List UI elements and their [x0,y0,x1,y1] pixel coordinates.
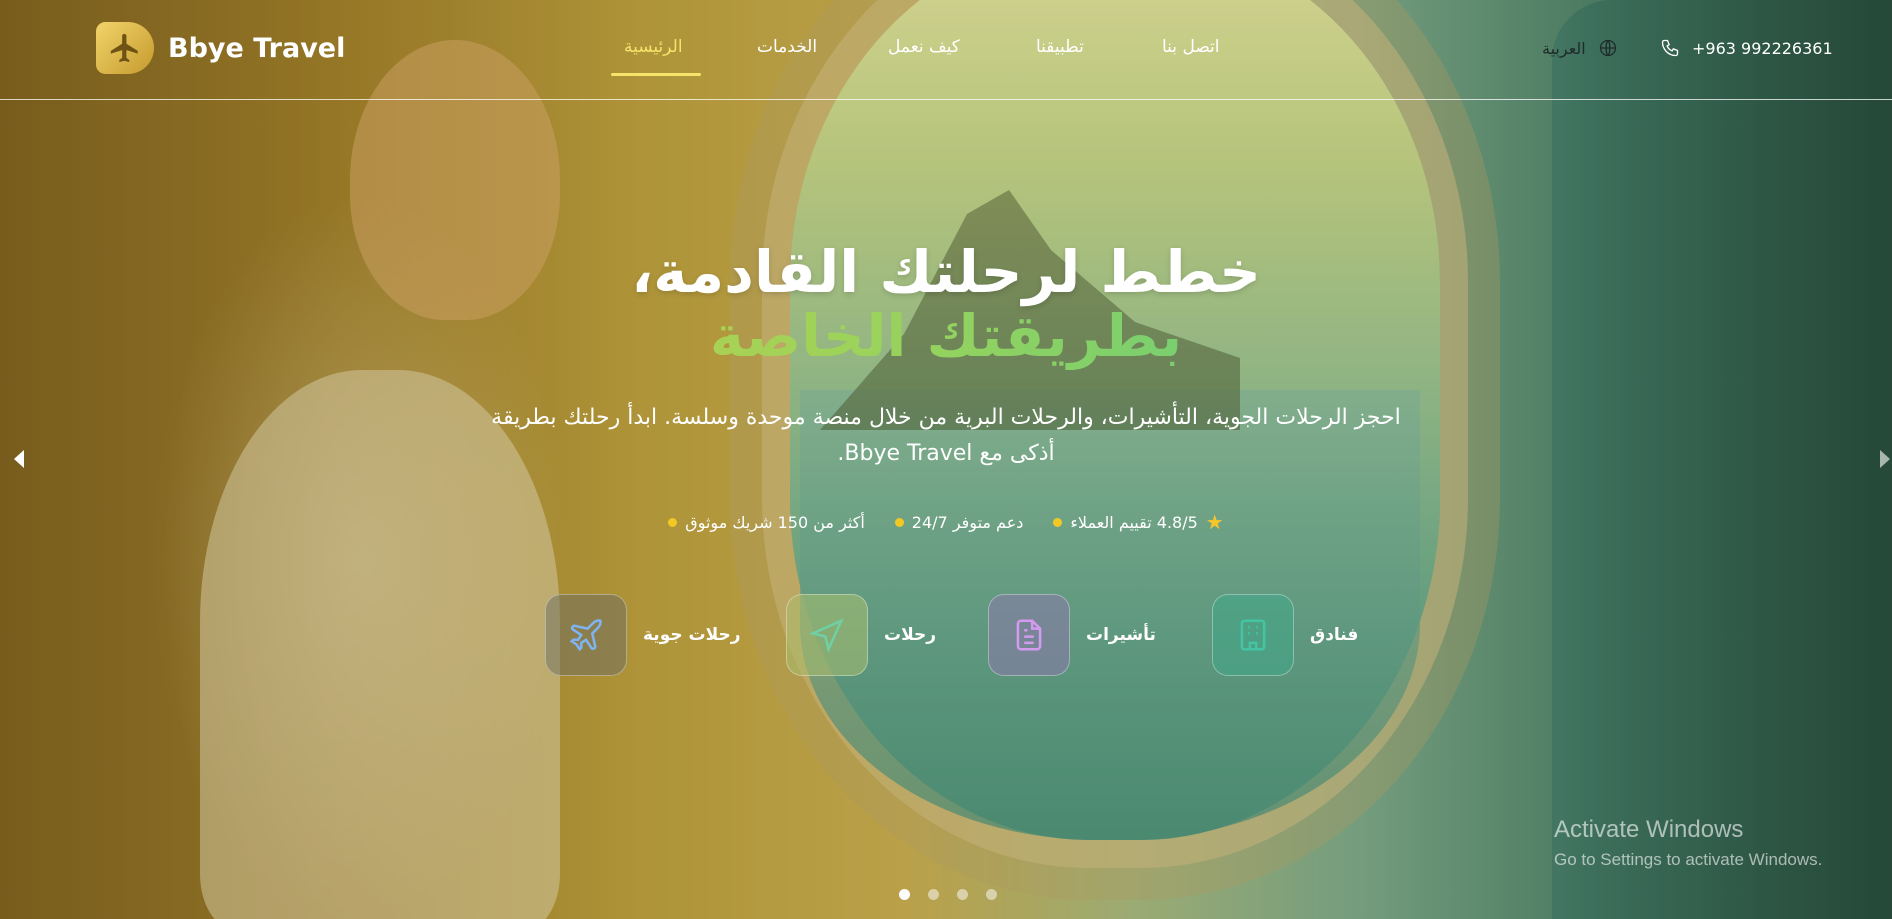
stat-rating-text: 4.8/5 تقييم العملاء [1070,512,1198,532]
stat-partners: أكثر من 150 شريك موثوق [668,512,865,532]
nav-item-services[interactable]: الخدمات [757,37,817,57]
document-icon [988,594,1070,676]
service-visas[interactable]: تأشيرات [988,594,1156,676]
carousel-next-button[interactable] [1880,450,1890,468]
service-label: رحلات [884,625,937,645]
phone-icon [1661,39,1679,57]
service-label: رحلات جوية [643,625,741,645]
stat-bullet-icon [1053,517,1063,527]
nav-item-home[interactable]: الرئيسية [624,37,683,57]
site-header: Bbye Travel الرئيسية الخدمات كيف نعمل تط… [0,0,1892,100]
nav-item-contact[interactable]: اتصل بنا [1162,37,1220,57]
watermark-subtitle: Go to Settings to activate Windows. [1554,850,1823,869]
nav-item-our-app[interactable]: تطبيقنا [1036,37,1084,57]
hero-stats: ★ 4.8/5 تقييم العملاء دعم متوفر 24/7 أكث… [0,512,1892,532]
service-label: فنادق [1310,625,1359,645]
service-shortcuts: فنادق تأشيرات رحلات رحلات جوية [0,594,1892,676]
service-flights[interactable]: رحلات جوية [545,594,741,676]
phone-contact[interactable]: +963 992226361 [1660,38,1833,58]
stat-support: دعم متوفر 24/7 [894,512,1024,532]
carousel-dot[interactable] [957,889,968,900]
globe-icon [1599,39,1616,57]
carousel-pagination [899,889,997,900]
airplane-icon [545,594,627,676]
nav-item-how-we-work[interactable]: كيف نعمل [888,37,960,57]
logo[interactable]: Bbye Travel [96,22,345,74]
navigation-icon [786,594,868,676]
stat-bullet-icon [894,517,904,527]
language-switcher[interactable]: العربية [1542,38,1618,58]
stat-support-text: دعم متوفر 24/7 [911,512,1024,532]
logo-mark-icon [96,22,154,74]
stat-partners-text: أكثر من 150 شريك موثوق [685,512,865,532]
language-label: العربية [1542,38,1586,58]
stat-rating: ★ 4.8/5 تقييم العملاء [1053,510,1224,534]
carousel-dot[interactable] [899,889,910,900]
service-label: تأشيرات [1086,625,1156,645]
hotel-icon [1212,594,1294,676]
service-trips[interactable]: رحلات [786,594,936,676]
carousel-prev-button[interactable] [14,450,24,468]
service-hotels[interactable]: فنادق [1212,594,1358,676]
windows-activation-watermark: Activate Windows Go to Settings to activ… [1554,816,1822,870]
carousel-dot[interactable] [928,889,939,900]
carousel-dot[interactable] [986,889,997,900]
phone-number: +963 992226361 [1692,38,1833,58]
brand-name: Bbye Travel [168,32,346,64]
watermark-title: Activate Windows [1554,816,1744,843]
hero-title-highlight: بطريقتك الخاصة [0,302,1892,370]
hero-subtitle: احجز الرحلات الجوية، التأشيرات، والرحلات… [491,405,1401,466]
nav-active-indicator [611,73,701,76]
hero-title: خطط لرحلتك القادمة، [631,238,1261,306]
star-icon: ★ [1205,510,1224,534]
stat-bullet-icon [668,517,678,527]
